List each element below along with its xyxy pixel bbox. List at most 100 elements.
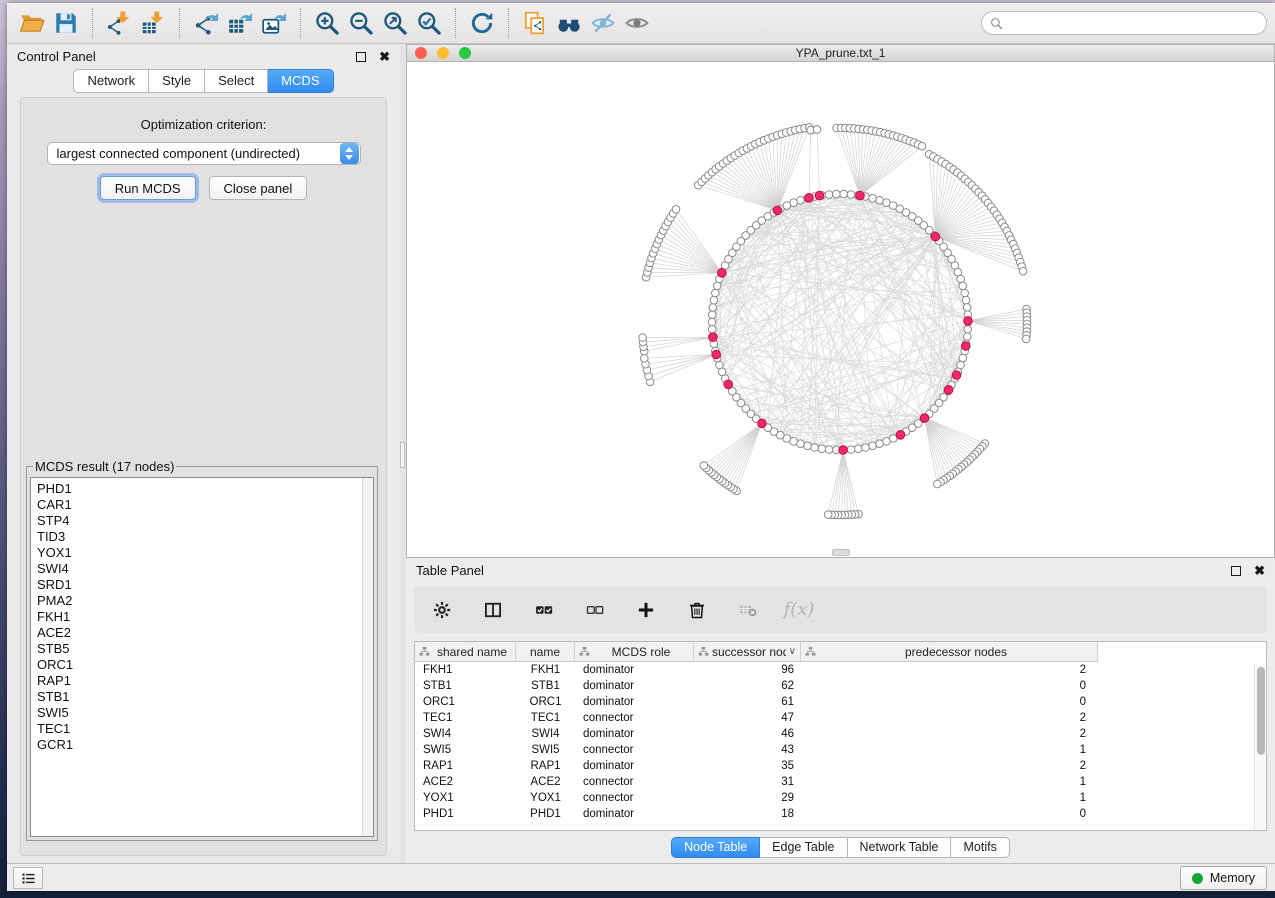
column-header-shared-name[interactable]: shared name [415, 642, 516, 661]
table-cell: 43 [694, 742, 801, 758]
table-cell: SWI5 [516, 742, 575, 758]
table-row[interactable]: PHD1PHD1dominator180 [415, 806, 1266, 822]
mcds-result-item: TEC1 [37, 721, 373, 737]
mcds-list-scrollbar[interactable] [362, 478, 373, 836]
table-cell: SWI4 [516, 726, 575, 742]
optimization-criterion-label: Optimization criterion: [21, 117, 386, 132]
zoom-out-button[interactable] [344, 6, 378, 40]
table-cell: 0 [801, 806, 1098, 822]
select-all-rows-button[interactable] [532, 598, 556, 622]
network-view[interactable] [406, 62, 1275, 558]
network-titlebar[interactable]: YPA_prune.txt_1 [406, 44, 1275, 62]
tab-edge-table[interactable]: Edge Table [760, 837, 847, 858]
split-columns-button[interactable] [481, 598, 505, 622]
add-row-icon [636, 600, 656, 620]
export-network-button[interactable] [189, 6, 223, 40]
table-cell: SWI4 [415, 726, 516, 742]
mcds-result-item: YOX1 [37, 545, 373, 561]
table-row[interactable]: ORC1ORC1dominator610 [415, 694, 1266, 710]
float-panel-icon[interactable] [356, 52, 366, 62]
tab-node-table[interactable]: Node Table [671, 837, 760, 858]
column-header-successor-nodes[interactable]: successor nodes∨ [694, 642, 801, 661]
refresh-button[interactable] [465, 6, 499, 40]
copy-network-icon [522, 10, 548, 36]
table-settings-button[interactable] [430, 598, 454, 622]
table-row[interactable]: SWI4SWI4dominator462 [415, 726, 1266, 742]
table-cell: 31 [694, 774, 801, 790]
close-panel-button[interactable]: Close panel [209, 176, 308, 200]
search-network-button[interactable] [552, 6, 586, 40]
table-row[interactable]: RAP1RAP1dominator352 [415, 758, 1266, 774]
column-header-name[interactable]: name [516, 642, 575, 661]
import-table-icon [140, 10, 166, 36]
hide-selected-button[interactable] [586, 6, 620, 40]
memory-button[interactable]: Memory [1180, 866, 1267, 890]
table-cell: 47 [694, 710, 801, 726]
mcds-result-group: MCDS result (17 nodes) PHD1CAR1STP4TID3Y… [26, 459, 378, 841]
criterion-select[interactable]: largest connected component (undirected) [47, 142, 361, 165]
mcds-result-item: STB1 [37, 689, 373, 705]
table-row[interactable]: SWI5SWI5connector431 [415, 742, 1266, 758]
tab-network-table[interactable]: Network Table [848, 837, 952, 858]
table-scrollbar[interactable] [1254, 663, 1266, 830]
tab-network[interactable]: Network [73, 69, 149, 93]
show-panels-button[interactable] [13, 867, 43, 889]
open-folder-button[interactable] [15, 6, 49, 40]
mcds-result-list[interactable]: PHD1CAR1STP4TID3YOX1SWI4SRD1PMA2FKH1ACE2… [30, 477, 374, 837]
export-table-button[interactable] [223, 6, 257, 40]
column-label: successor nodes [712, 645, 786, 659]
table-row[interactable]: ACE2ACE2connector311 [415, 774, 1266, 790]
mcds-result-item: SWI5 [37, 705, 373, 721]
minimize-window-icon[interactable] [437, 47, 449, 59]
splitter-grip[interactable] [400, 442, 405, 468]
maximize-window-icon[interactable] [459, 47, 471, 59]
table-row[interactable]: YOX1YOX1connector291 [415, 790, 1266, 806]
table-row[interactable]: FKH1FKH1dominator962 [415, 662, 1266, 678]
table-cell: 0 [801, 694, 1098, 710]
function-builder-button: f(x) [787, 598, 811, 622]
close-panel-icon[interactable]: ✖ [379, 50, 390, 63]
column-header-MCDS-role[interactable]: MCDS role [575, 642, 694, 661]
network-canvas[interactable] [407, 62, 1274, 557]
float-table-panel-icon[interactable] [1231, 566, 1241, 576]
search-box[interactable] [981, 11, 1267, 35]
zoom-selected-button[interactable] [412, 6, 446, 40]
column-header-predecessor-nodes[interactable]: predecessor nodes [801, 642, 1098, 661]
table-scrollbar-thumb[interactable] [1257, 667, 1265, 755]
hide-selected-icon [590, 10, 616, 36]
tree-icon [579, 646, 590, 657]
table-cell: 18 [694, 806, 801, 822]
table-cell: 96 [694, 662, 801, 678]
zoom-fit-button[interactable] [378, 6, 412, 40]
show-all-button[interactable] [620, 6, 654, 40]
table-row[interactable]: STB1STB1dominator620 [415, 678, 1266, 694]
add-row-button[interactable] [634, 598, 658, 622]
table-cell: ACE2 [415, 774, 516, 790]
delete-row-button[interactable] [685, 598, 709, 622]
select-stepper-icon [340, 143, 359, 164]
tab-mcds[interactable]: MCDS [268, 69, 333, 93]
table-cell: connector [575, 790, 694, 806]
table-cell: dominator [575, 694, 694, 710]
close-table-panel-icon[interactable]: ✖ [1254, 564, 1265, 577]
table-row[interactable]: TEC1TEC1connector472 [415, 710, 1266, 726]
deselect-all-rows-button[interactable] [583, 598, 607, 622]
column-label: shared name [433, 645, 511, 659]
export-image-button[interactable] [257, 6, 291, 40]
tab-style[interactable]: Style [149, 69, 205, 93]
tab-select[interactable]: Select [205, 69, 268, 93]
mcds-result-item: STB5 [37, 641, 373, 657]
save-button[interactable] [49, 6, 83, 40]
tab-motifs[interactable]: Motifs [951, 837, 1009, 858]
import-network-button[interactable] [102, 6, 136, 40]
zoom-in-button[interactable] [310, 6, 344, 40]
import-table-button[interactable] [136, 6, 170, 40]
toolbar-separator [508, 8, 509, 38]
search-input[interactable] [1009, 16, 1258, 31]
close-window-icon[interactable] [415, 47, 427, 59]
run-mcds-button[interactable]: Run MCDS [100, 176, 196, 200]
copy-network-button[interactable] [518, 6, 552, 40]
network-splitter-grip[interactable] [832, 549, 850, 556]
network-panel: YPA_prune.txt_1 [406, 44, 1275, 558]
list-icon [20, 870, 37, 887]
